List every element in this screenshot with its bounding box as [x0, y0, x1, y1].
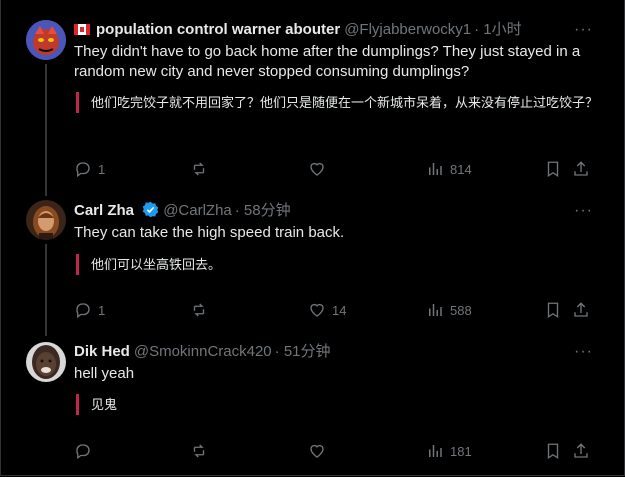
handle[interactable]: @CarlZha: [163, 202, 232, 219]
display-name[interactable]: Carl Zha: [74, 202, 134, 219]
share-icon: [574, 161, 588, 176]
repost-button[interactable]: [190, 441, 214, 461]
translation-text: 他们吃完饺子就不用回家了？他们只是随便在一个新城市呆着，从来没有停止过吃饺子？: [76, 92, 606, 113]
share-button[interactable]: [572, 441, 590, 461]
like-button[interactable]: [308, 159, 332, 179]
timestamp[interactable]: · 58分钟: [235, 202, 291, 219]
translation-text: 见鬼: [76, 394, 606, 415]
translation-text: 他们可以坐高铁回去。: [76, 254, 606, 275]
repost-button[interactable]: [190, 300, 214, 320]
handle[interactable]: @Flyjabberwocky1: [344, 21, 471, 38]
repost-button[interactable]: [190, 159, 214, 179]
reply-button[interactable]: 1: [74, 159, 105, 179]
avatar-carlzha[interactable]: [26, 200, 66, 240]
avatar-smokinncrack[interactable]: [26, 342, 66, 382]
post-text: They didn't have to go back home after t…: [74, 43, 581, 80]
share-button[interactable]: [572, 300, 590, 320]
reply-count: 1: [98, 161, 106, 177]
views-icon: [429, 304, 442, 316]
post-text: They can take the high speed train back.: [74, 224, 345, 241]
avatar-flyjabberwocky[interactable]: [26, 20, 66, 60]
share-icon: [574, 443, 588, 458]
more-icon[interactable]: ···: [574, 203, 593, 219]
display-name[interactable]: population control warner abouter: [96, 21, 340, 38]
share-icon: [574, 302, 588, 317]
views-count: 181: [450, 443, 472, 459]
views-icon: [429, 445, 442, 457]
bookmark-button[interactable]: [544, 441, 562, 461]
verified-badge-icon: [142, 201, 159, 218]
reply-button[interactable]: [74, 441, 98, 461]
views-button[interactable]: 814: [426, 159, 472, 179]
timestamp[interactable]: · 1小时: [474, 21, 522, 38]
views-icon: [429, 163, 442, 175]
bookmark-icon: [547, 443, 559, 460]
repost-icon: [193, 162, 205, 176]
action-bar: 1 14 588: [74, 300, 594, 320]
post-1[interactable]: population control warner abouter @Flyjab…: [0, 0, 625, 190]
bookmark-button[interactable]: [544, 300, 562, 320]
views-count: 588: [450, 302, 472, 318]
like-button[interactable]: 14: [308, 300, 346, 320]
bookmark-button[interactable]: [544, 159, 562, 179]
timestamp[interactable]: · 51分钟: [275, 343, 331, 360]
bookmark-icon: [547, 302, 559, 319]
post-header: population control warner abouter @Flyjab…: [74, 20, 522, 40]
like-button[interactable]: [308, 441, 332, 461]
reply-icon: [76, 444, 90, 460]
post-header: Carl Zha @CarlZha · 58分钟: [74, 201, 291, 221]
post-3[interactable]: Dik Hed @SmokinnCrack420 · 51分钟 ··· hell y…: [0, 330, 625, 477]
like-icon: [310, 303, 324, 317]
like-icon: [310, 162, 324, 176]
action-bar: 1 814: [74, 159, 594, 179]
post-header: Dik Hed @SmokinnCrack420 · 51分钟: [74, 342, 331, 362]
share-button[interactable]: [572, 159, 590, 179]
action-bar: 181: [74, 441, 594, 461]
handle[interactable]: @SmokinnCrack420: [134, 343, 272, 360]
views-button[interactable]: 181: [426, 441, 472, 461]
bookmark-icon: [547, 161, 559, 178]
more-icon[interactable]: ···: [574, 344, 593, 360]
reply-count: 1: [98, 302, 106, 318]
reply-icon: [76, 303, 90, 319]
like-count: 14: [332, 302, 347, 318]
post-2[interactable]: Carl Zha @CarlZha · 58分钟 ··· They can tak…: [0, 190, 625, 330]
reply-button[interactable]: 1: [74, 300, 105, 320]
views-button[interactable]: 588: [426, 300, 472, 320]
repost-icon: [193, 444, 205, 458]
repost-icon: [193, 303, 205, 317]
display-name[interactable]: Dik Hed: [74, 343, 130, 360]
canada-flag-icon: [74, 24, 90, 35]
views-count: 814: [450, 161, 472, 177]
more-icon[interactable]: ···: [574, 22, 593, 38]
post-text: hell yeah: [74, 365, 135, 382]
reply-icon: [76, 162, 90, 178]
like-icon: [310, 444, 324, 458]
